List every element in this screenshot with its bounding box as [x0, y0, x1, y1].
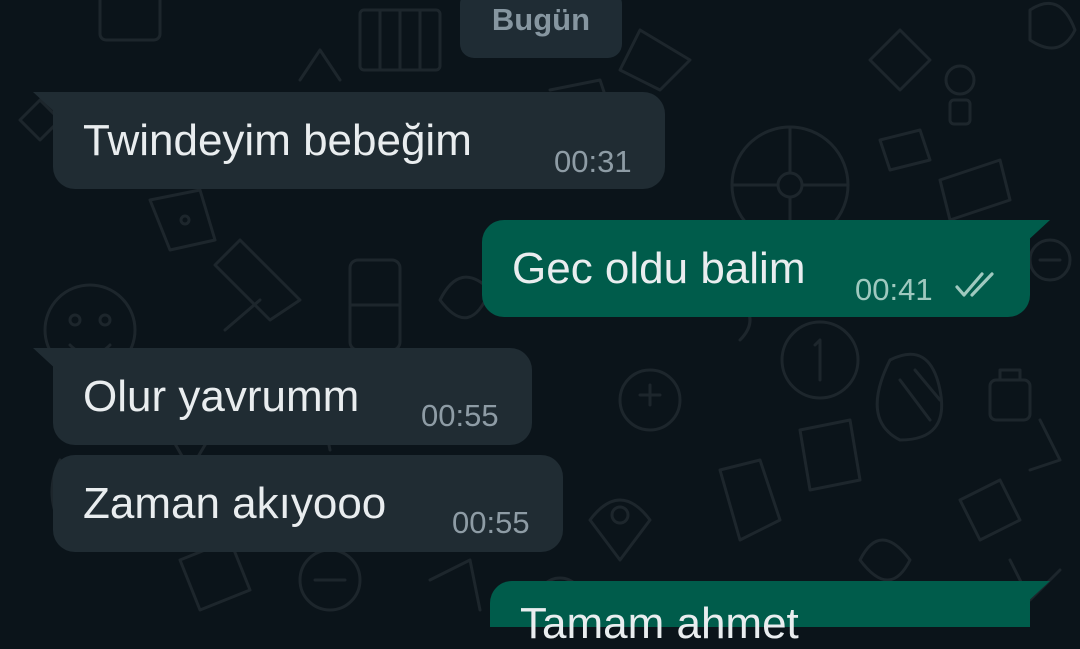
message-time: 00:55 — [421, 398, 499, 433]
message-bubble-incoming[interactable]: Zaman akıyooo 00:55 — [53, 455, 563, 552]
message-time: 00:31 — [554, 144, 632, 179]
date-divider-label: Bugün — [491, 2, 591, 37]
message-text: Tamam ahmet — [520, 599, 799, 648]
message-text: Zaman akıyooo — [83, 479, 387, 528]
message-time: 00:55 — [452, 505, 530, 540]
date-divider: Bugün — [460, 0, 622, 58]
message-bubble-outgoing[interactable]: Gec oldu balim 00:41 — [482, 220, 1050, 317]
double-check-read-icon — [955, 272, 994, 297]
message-time: 00:41 — [855, 272, 933, 307]
message-text: Twindeyim bebeğim — [83, 116, 472, 165]
message-bubble-incoming[interactable]: Twindeyim bebeğim 00:31 — [33, 92, 665, 189]
message-text: Olur yavrumm — [83, 372, 360, 421]
message-bubble-outgoing[interactable]: Tamam ahmet — [490, 581, 1050, 648]
message-text: Gec oldu balim — [512, 244, 806, 293]
message-bubble-incoming[interactable]: Olur yavrumm 00:55 — [33, 348, 532, 445]
